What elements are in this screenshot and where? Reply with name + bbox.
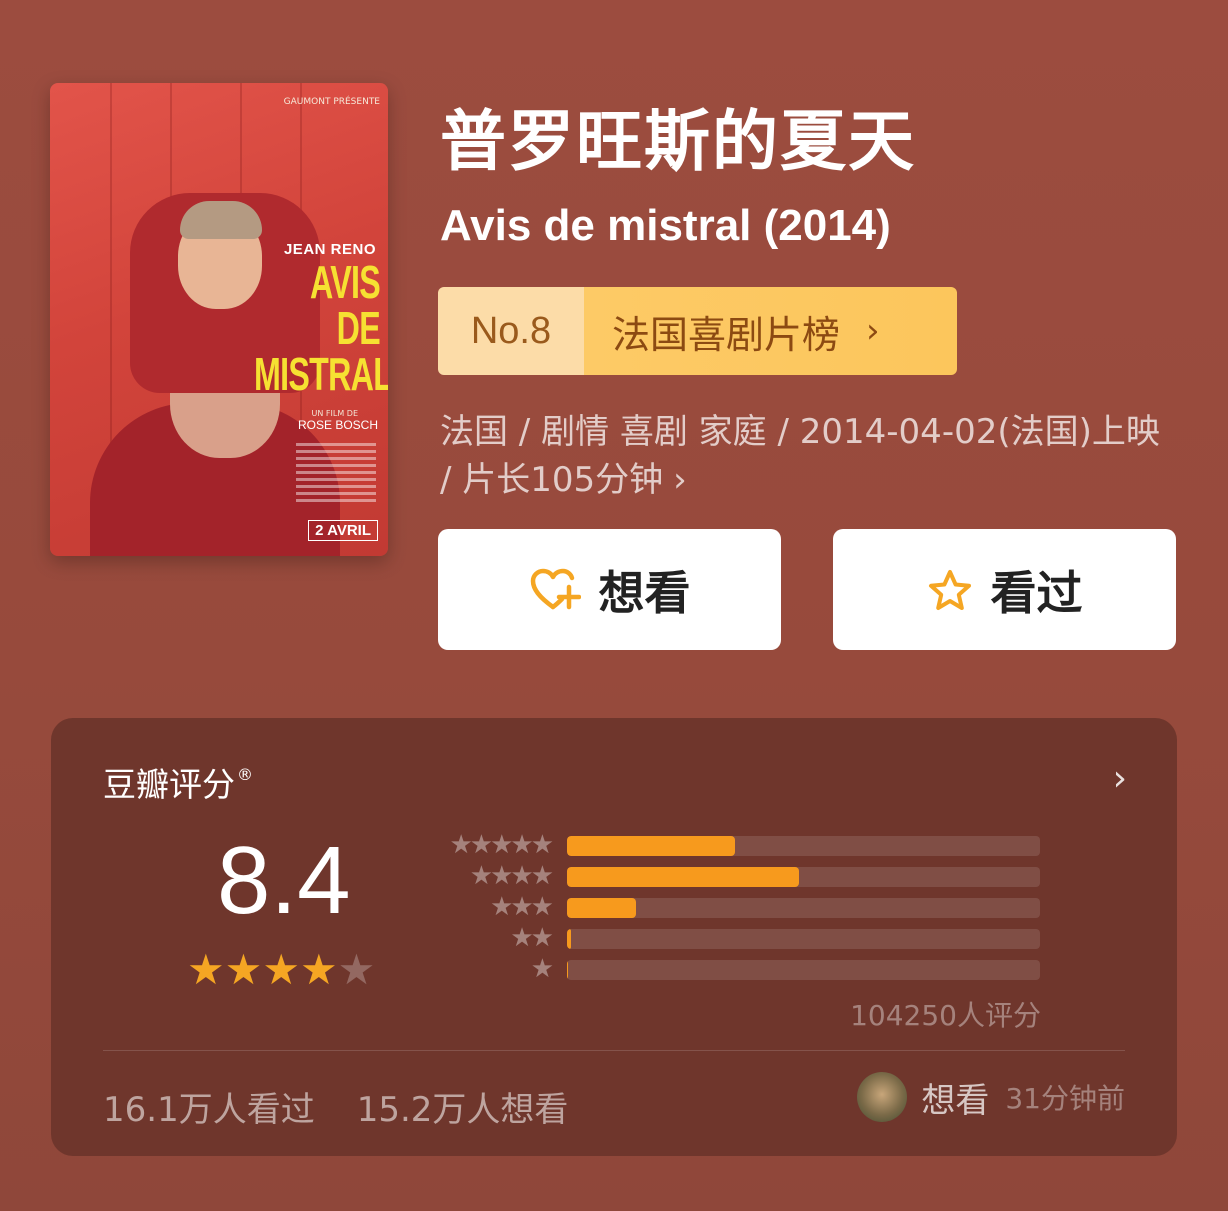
chevron-right-icon: › <box>673 460 687 500</box>
rater-count: 104250人评分 <box>850 999 1041 1032</box>
movie-meta-text: 法国 / 剧情 喜剧 家庭 / 2014-04-02(法国)上映 / 片长105… <box>440 412 1160 500</box>
star-filled-icon: ★ <box>299 945 338 994</box>
star-outline-icon <box>927 568 973 612</box>
watched-label: 看过 <box>990 565 1083 620</box>
want-to-watch-label: 想看 <box>598 565 691 620</box>
seen-count: 16.1万人看过 <box>103 1090 315 1130</box>
movie-title: 普罗旺斯的夏天 <box>440 103 916 180</box>
rating-score: 8.4 <box>217 827 351 934</box>
ranking-list-link: 法国喜剧片榜 › <box>584 287 957 375</box>
rating-row-stars: ★★★ <box>490 892 554 922</box>
poster-title-line: DE <box>336 302 381 354</box>
registered-mark: ® <box>237 765 253 784</box>
activity-time: 31分钟前 <box>1005 1082 1125 1115</box>
chevron-right-icon: › <box>866 311 880 351</box>
watched-button[interactable]: 看过 <box>833 529 1176 650</box>
rating-bar-track <box>567 929 1040 949</box>
rating-bar-track <box>567 867 1040 887</box>
ranking-tag[interactable]: No.8 法国喜剧片榜 › <box>438 287 957 375</box>
star-filled-icon: ★ <box>224 945 263 994</box>
rating-stars: ★★★★★ <box>187 946 375 994</box>
poster-credits-block <box>296 443 376 506</box>
rating-bar-fill <box>567 960 568 980</box>
poster-studio: GAUMONT PRÉSENTE <box>283 97 380 107</box>
rating-row-stars: ★ <box>530 954 554 984</box>
rating-bar-track <box>567 836 1040 856</box>
rating-row-stars: ★★★★ <box>469 861 554 891</box>
friend-activity[interactable]: 想看 31分钟前 <box>857 1072 1125 1122</box>
star-empty-icon: ★ <box>337 945 376 994</box>
want-to-watch-button[interactable]: 想看 <box>438 529 781 650</box>
poster-director-prefix: UN FILM DE <box>311 409 358 418</box>
watch-stats: 16.1万人看过 15.2万人想看 <box>103 1082 568 1131</box>
rating-bar-track <box>567 898 1040 918</box>
poster-title: AVIS DE MISTRAL <box>254 256 388 400</box>
rating-bar-fill <box>567 929 571 949</box>
movie-meta-info[interactable]: 法国 / 剧情 喜剧 家庭 / 2014-04-02(法国)上映 / 片长105… <box>440 408 1180 504</box>
rating-bar-fill <box>567 836 735 856</box>
divider <box>103 1050 1125 1051</box>
star-filled-icon: ★ <box>187 945 225 994</box>
chevron-right-icon[interactable]: › <box>1113 758 1127 799</box>
movie-original-title: Avis de mistral (2014) <box>440 201 891 250</box>
rating-bar-track <box>567 960 1040 980</box>
avatar <box>857 1072 908 1122</box>
rating-card[interactable]: 豆瓣评分 ® › 8.4 ★★★★★ ★★★★★ ★★★★ ★★★ ★★ ★ 104250… <box>51 718 1177 1156</box>
star-filled-icon: ★ <box>262 945 300 994</box>
rating-header-label: 豆瓣评分 <box>103 765 235 804</box>
poster-title-line: AVIS <box>310 256 381 308</box>
rating-bar-fill <box>567 867 799 887</box>
want-count: 15.2万人想看 <box>356 1090 569 1130</box>
poster-release-date: 2 AVRIL <box>308 520 378 541</box>
movie-poster[interactable]: GAUMONT PRÉSENTE JEAN RENO AVIS DE MISTR… <box>50 83 388 556</box>
rating-header: 豆瓣评分 ® <box>103 758 253 806</box>
rating-row-stars: ★★★★★ <box>449 830 554 860</box>
rating-bar-fill <box>567 898 636 918</box>
poster-title-line: MISTRAL <box>254 348 388 400</box>
poster-boy-cap <box>180 201 262 239</box>
ranking-number: No.8 <box>438 287 584 375</box>
poster-director: ROSE BOSCH <box>297 418 378 432</box>
rating-row-stars: ★★ <box>510 923 554 953</box>
ranking-list-name: 法国喜剧片榜 <box>612 312 841 357</box>
activity-label: 想看 <box>921 1080 990 1121</box>
heart-plus-icon <box>529 567 581 613</box>
